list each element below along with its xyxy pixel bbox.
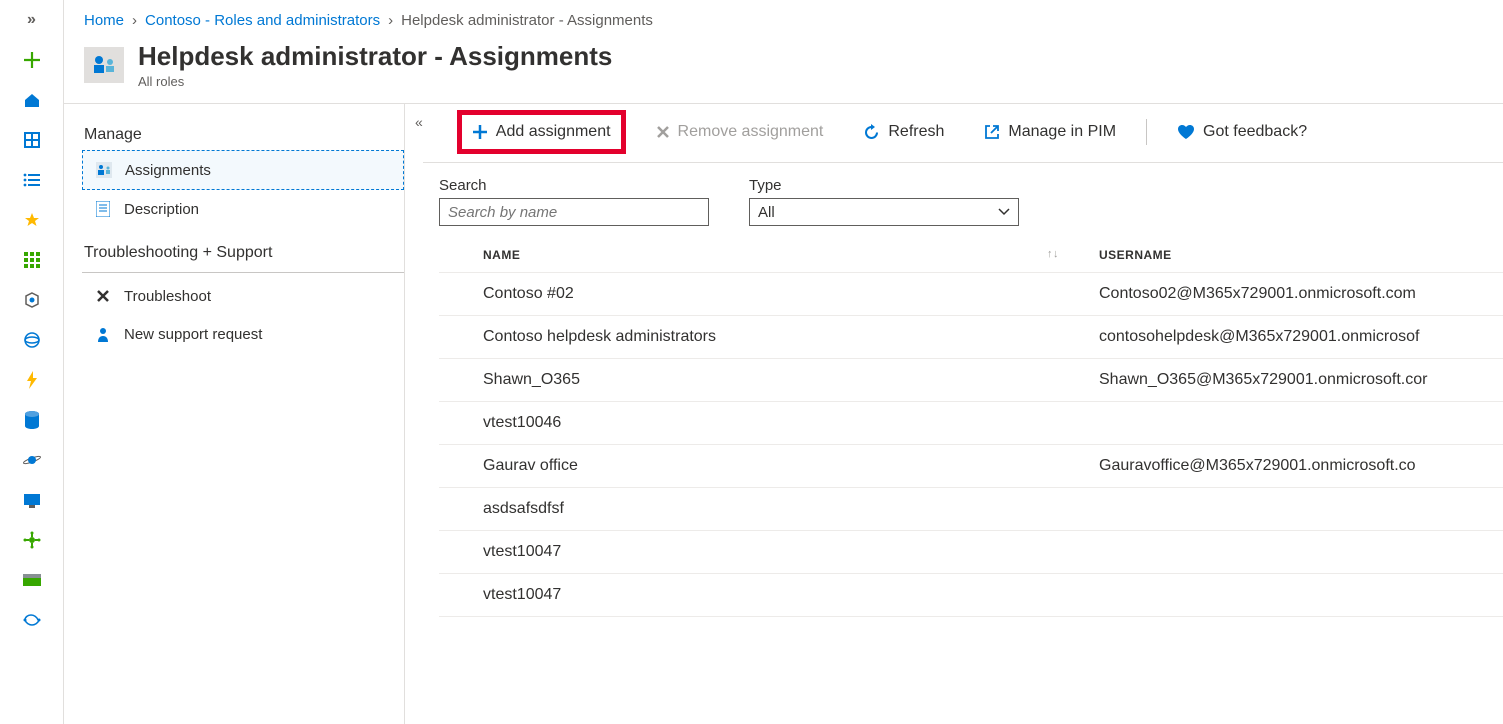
table-row[interactable]: Contoso #02Contoso02@M365x729001.onmicro…: [439, 273, 1503, 316]
external-link-icon: [984, 124, 1000, 140]
troubleshoot-icon: [94, 287, 112, 305]
page-title: Helpdesk administrator - Assignments: [138, 41, 612, 72]
nav-item-label: Assignments: [125, 162, 211, 179]
nav-heading-manage: Manage: [82, 120, 404, 150]
search-label: Search: [439, 177, 709, 194]
column-name[interactable]: NAME: [483, 248, 520, 262]
collapse-nav-icon[interactable]: «: [405, 104, 423, 130]
breadcrumb-home[interactable]: Home: [84, 12, 124, 29]
all-resources-icon[interactable]: [22, 250, 42, 270]
feedback-button[interactable]: Got feedback?: [1167, 115, 1317, 149]
table-row[interactable]: vtest10046: [439, 402, 1503, 445]
cell-username: Gauravoffice@M365x729001.onmicrosoft.co: [1099, 457, 1503, 475]
nav-item-troubleshoot[interactable]: Troubleshoot: [82, 277, 404, 315]
toolbar-separator: [1146, 119, 1147, 145]
nav-item-label: Description: [124, 201, 199, 218]
cell-name: Shawn_O365: [483, 371, 1099, 389]
breadcrumb-sep-icon: ›: [132, 12, 137, 29]
remove-assignment-button: Remove assignment: [646, 115, 834, 149]
sort-icon[interactable]: ↑↓: [1047, 248, 1059, 262]
refresh-button[interactable]: Refresh: [853, 115, 954, 149]
side-nav: Manage Assignments Description Troublesh…: [64, 104, 404, 724]
list-icon[interactable]: [22, 170, 42, 190]
cell-name: vtest10046: [483, 414, 1099, 432]
table-row[interactable]: Shawn_O365Shawn_O365@M365x729001.onmicro…: [439, 359, 1503, 402]
cell-name: Gaurav office: [483, 457, 1099, 475]
toolbar-label: Refresh: [888, 123, 944, 141]
app-services-icon[interactable]: [22, 330, 42, 350]
table-row[interactable]: vtest10047: [439, 574, 1503, 617]
column-username[interactable]: USERNAME: [1099, 248, 1503, 262]
nav-item-description[interactable]: Description: [82, 190, 404, 228]
chevron-down-icon: [998, 208, 1010, 216]
x-icon: [656, 125, 670, 139]
main-content: Home › Contoso - Roles and administrator…: [64, 0, 1503, 724]
table-row[interactable]: Gaurav officeGauravoffice@M365x729001.on…: [439, 445, 1503, 488]
breadcrumb-sep-icon: ›: [388, 12, 393, 29]
filters: Search Type All: [405, 163, 1503, 238]
assignments-icon: [95, 161, 113, 179]
load-balancer-icon[interactable]: [22, 530, 42, 550]
manage-pim-button[interactable]: Manage in PIM: [974, 115, 1126, 149]
cell-name: vtest10047: [483, 586, 1099, 604]
table-row[interactable]: asdsafsdfsf: [439, 488, 1503, 531]
heart-icon: [1177, 124, 1195, 140]
assignments-table: NAME ↑↓ USERNAME Contoso #02Contoso02@M3…: [405, 238, 1503, 724]
table-row[interactable]: Contoso helpdesk administratorscontosohe…: [439, 316, 1503, 359]
cell-name: asdsafsdfsf: [483, 500, 1099, 518]
left-rail: »: [0, 0, 64, 724]
toolbar-label: Got feedback?: [1203, 123, 1307, 141]
toolbar: Add assignment Remove assignment Refresh…: [423, 104, 1503, 163]
add-assignment-button[interactable]: Add assignment: [457, 110, 626, 154]
nav-item-label: Troubleshoot: [124, 288, 211, 305]
toolbar-label: Remove assignment: [678, 123, 824, 141]
description-icon: [94, 200, 112, 218]
cell-name: vtest10047: [483, 543, 1099, 561]
nav-item-new-support[interactable]: New support request: [82, 315, 404, 353]
dashboard-icon[interactable]: [22, 130, 42, 150]
sql-icon[interactable]: [22, 410, 42, 430]
cell-name: Contoso #02: [483, 285, 1099, 303]
plus-icon: [472, 124, 488, 140]
storage-icon[interactable]: [22, 570, 42, 590]
type-select-value: All: [758, 204, 775, 221]
detail-pane: « Add assignment Remove assignment Refre…: [404, 104, 1503, 724]
breadcrumb: Home › Contoso - Roles and administrator…: [64, 0, 1503, 37]
role-icon: [84, 47, 124, 83]
create-icon[interactable]: [22, 50, 42, 70]
page-header: Helpdesk administrator - Assignments All…: [64, 37, 1503, 103]
type-label: Type: [749, 177, 1019, 194]
type-select[interactable]: All: [749, 198, 1019, 226]
table-row[interactable]: vtest10047: [439, 531, 1503, 574]
nav-item-label: New support request: [124, 326, 262, 343]
cell-username: Shawn_O365@M365x729001.onmicrosoft.cor: [1099, 371, 1503, 389]
breadcrumb-parent[interactable]: Contoso - Roles and administrators: [145, 12, 380, 29]
cell-name: Contoso helpdesk administrators: [483, 328, 1099, 346]
cell-username: Contoso02@M365x729001.onmicrosoft.com: [1099, 285, 1503, 303]
refresh-icon: [863, 124, 880, 141]
functions-icon[interactable]: [22, 370, 42, 390]
favorite-icon[interactable]: [22, 210, 42, 230]
breadcrumb-current: Helpdesk administrator - Assignments: [401, 12, 653, 29]
nav-item-assignments[interactable]: Assignments: [82, 150, 404, 190]
cell-username: contosohelpdesk@M365x729001.onmicrosof: [1099, 328, 1503, 346]
nav-heading-troubleshooting: Troubleshooting + Support: [82, 238, 404, 268]
table-body: Contoso #02Contoso02@M365x729001.onmicro…: [439, 273, 1503, 617]
vm-icon[interactable]: [22, 490, 42, 510]
home-icon[interactable]: [22, 90, 42, 110]
expand-rail-icon[interactable]: »: [22, 10, 42, 30]
cosmos-icon[interactable]: [22, 450, 42, 470]
network-icon[interactable]: [22, 610, 42, 630]
search-input[interactable]: [439, 198, 709, 226]
table-header: NAME ↑↓ USERNAME: [439, 238, 1503, 273]
support-icon: [94, 325, 112, 343]
toolbar-label: Add assignment: [496, 123, 611, 141]
resource-group-icon[interactable]: [22, 290, 42, 310]
toolbar-label: Manage in PIM: [1008, 123, 1116, 141]
page-subtitle: All roles: [138, 74, 612, 89]
